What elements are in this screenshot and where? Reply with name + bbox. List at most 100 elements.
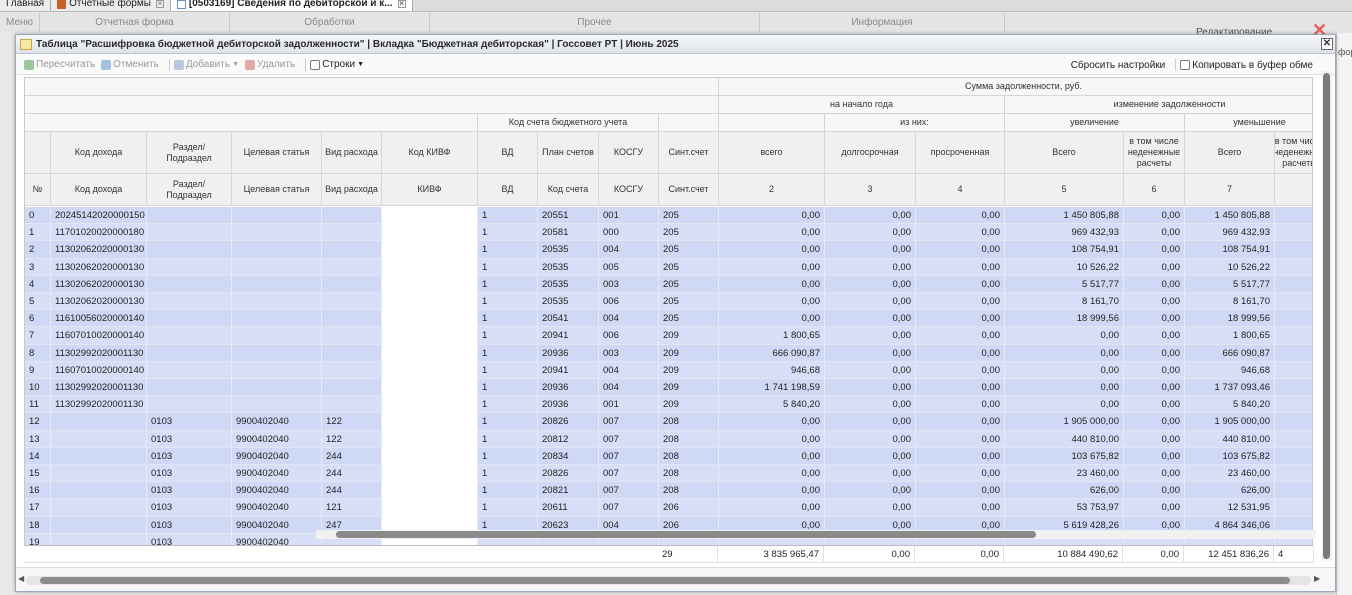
table-cell[interactable]: 0,00 <box>825 482 916 500</box>
table-cell[interactable]: 0,00 <box>1124 310 1185 328</box>
table-cell[interactable] <box>382 293 478 311</box>
table-cell[interactable]: 18 <box>25 516 51 534</box>
vertical-scrollbar[interactable] <box>1322 71 1332 561</box>
table-cell[interactable]: 0,00 <box>916 413 1005 431</box>
table-row[interactable]: 16 0103 9900402040 244 1 20821 007 208 0,00 0,00 0… <box>25 482 1312 500</box>
table-row[interactable]: 8 11302992020001130 1 20936 003 209 666 090,87… <box>25 344 1312 362</box>
table-row[interactable]: 10 11302992020001130 1 20936 004 209 1 741 198… <box>25 379 1312 397</box>
table-cell[interactable]: 0,00 <box>916 293 1005 311</box>
table-cell[interactable]: 0,00 <box>825 430 916 448</box>
table-row[interactable]: 15 0103 9900402040 244 1 20826 007 208 0,00 0,00 0… <box>25 465 1312 483</box>
table-cell[interactable]: 209 <box>659 396 719 414</box>
table-cell[interactable]: 206 <box>659 499 719 517</box>
table-cell[interactable]: 20941 <box>538 361 599 379</box>
table-cell[interactable]: 969 432,93 <box>1185 224 1275 242</box>
table-cell[interactable]: 7 <box>25 327 51 345</box>
table-cell[interactable]: 0,00 <box>719 258 825 276</box>
table-cell[interactable]: 205 <box>659 310 719 328</box>
table-cell[interactable]: 1 <box>478 224 538 242</box>
table-cell[interactable]: 11607010020000140 <box>51 327 147 345</box>
table-cell[interactable]: 9900402040 <box>232 482 322 500</box>
table-cell[interactable]: 0,00 <box>825 207 916 225</box>
table-cell[interactable]: 0,00 <box>916 361 1005 379</box>
table-cell[interactable]: 20541 <box>538 310 599 328</box>
table-cell[interactable]: 0,00 <box>1124 499 1185 517</box>
table-cell[interactable]: 5 840,20 <box>719 396 825 414</box>
table-cell[interactable]: 0103 <box>147 499 232 517</box>
table-cell[interactable]: 0,00 <box>916 275 1005 293</box>
table-cell[interactable] <box>322 258 382 276</box>
table-cell[interactable] <box>232 207 322 225</box>
table-cell[interactable]: 0,00 <box>1124 258 1185 276</box>
table-row[interactable]: 3 11302062020000130 1 20535 005 205 0,00 0,00 0,… <box>25 258 1312 276</box>
table-cell[interactable]: 11 <box>25 396 51 414</box>
table-cell[interactable] <box>232 241 322 259</box>
table-cell[interactable]: 0,00 <box>1005 327 1124 345</box>
add-button[interactable]: Добавить ▼ <box>173 59 239 70</box>
table-cell[interactable]: 205 <box>659 241 719 259</box>
table-cell[interactable]: 0,00 <box>1124 224 1185 242</box>
table-cell[interactable]: 969 432,93 <box>1005 224 1124 242</box>
table-cell[interactable]: 244 <box>322 465 382 483</box>
table-cell[interactable] <box>382 447 478 465</box>
table-cell[interactable]: 10 526,22 <box>1185 258 1275 276</box>
table-cell[interactable]: 16 <box>25 482 51 500</box>
table-cell[interactable]: 11610056020000140 <box>51 310 147 328</box>
table-cell[interactable]: 0,00 <box>1005 396 1124 414</box>
window-horizontal-scrollbar[interactable] <box>26 576 1311 585</box>
table-cell[interactable]: 11701020020000180 <box>51 224 147 242</box>
table-cell[interactable]: 004 <box>599 361 659 379</box>
table-cell[interactable]: 11302992020001130 <box>51 379 147 397</box>
table-cell[interactable]: 20821 <box>538 482 599 500</box>
table-cell[interactable]: 1 <box>478 327 538 345</box>
table-cell[interactable]: 006 <box>599 293 659 311</box>
table-cell[interactable]: 0,00 <box>825 361 916 379</box>
table-cell[interactable]: 1 <box>478 499 538 517</box>
table-cell[interactable]: 1 <box>478 465 538 483</box>
table-row[interactable]: 13 0103 9900402040 122 1 20812 007 208 0,00 0,00 0… <box>25 430 1312 448</box>
tab-home[interactable]: Главная <box>0 0 52 11</box>
table-cell[interactable] <box>51 447 147 465</box>
table-cell[interactable]: 003 <box>599 344 659 362</box>
grid-horizontal-scrollbar[interactable] <box>316 530 1316 539</box>
vertical-scroll-thumb[interactable] <box>1323 73 1330 559</box>
table-cell[interactable]: 1 <box>478 396 538 414</box>
table-cell[interactable]: 1 800,65 <box>1185 327 1275 345</box>
table-cell[interactable]: 11607010020000140 <box>51 361 147 379</box>
menu-info[interactable]: Информация <box>760 13 1005 33</box>
table-cell[interactable] <box>322 224 382 242</box>
table-cell[interactable] <box>147 344 232 362</box>
table-cell[interactable]: 0,00 <box>916 499 1005 517</box>
table-cell[interactable]: 0,00 <box>825 344 916 362</box>
table-cell[interactable]: 20535 <box>538 258 599 276</box>
table-cell[interactable]: 8 <box>25 344 51 362</box>
table-cell[interactable]: 440 810,00 <box>1005 430 1124 448</box>
table-cell[interactable] <box>382 344 478 362</box>
table-cell[interactable] <box>232 275 322 293</box>
table-cell[interactable]: 0,00 <box>825 275 916 293</box>
table-cell[interactable] <box>322 361 382 379</box>
table-cell[interactable]: 244 <box>322 447 382 465</box>
table-cell[interactable]: 007 <box>599 465 659 483</box>
menu-processing[interactable]: Обработки <box>230 13 430 33</box>
table-cell[interactable] <box>147 379 232 397</box>
table-cell[interactable] <box>322 344 382 362</box>
table-cell[interactable]: 0103 <box>147 465 232 483</box>
scroll-right-icon[interactable]: ▶ <box>1314 574 1320 583</box>
table-cell[interactable]: 108 754,91 <box>1005 241 1124 259</box>
table-cell[interactable]: 1 <box>478 447 538 465</box>
table-cell[interactable]: 0,00 <box>1124 241 1185 259</box>
table-cell[interactable] <box>232 258 322 276</box>
table-cell[interactable]: 0,00 <box>916 344 1005 362</box>
table-cell[interactable]: 9900402040 <box>232 499 322 517</box>
table-cell[interactable]: 0,00 <box>825 258 916 276</box>
table-cell[interactable]: 1 741 198,59 <box>719 379 825 397</box>
table-cell[interactable]: 208 <box>659 465 719 483</box>
table-cell[interactable] <box>147 241 232 259</box>
table-cell[interactable] <box>51 482 147 500</box>
table-cell[interactable]: 23 460,00 <box>1005 465 1124 483</box>
table-cell[interactable]: 007 <box>599 447 659 465</box>
table-cell[interactable]: 1 <box>478 293 538 311</box>
table-cell[interactable]: 1 905 000,00 <box>1005 413 1124 431</box>
table-cell[interactable]: 666 090,87 <box>719 344 825 362</box>
